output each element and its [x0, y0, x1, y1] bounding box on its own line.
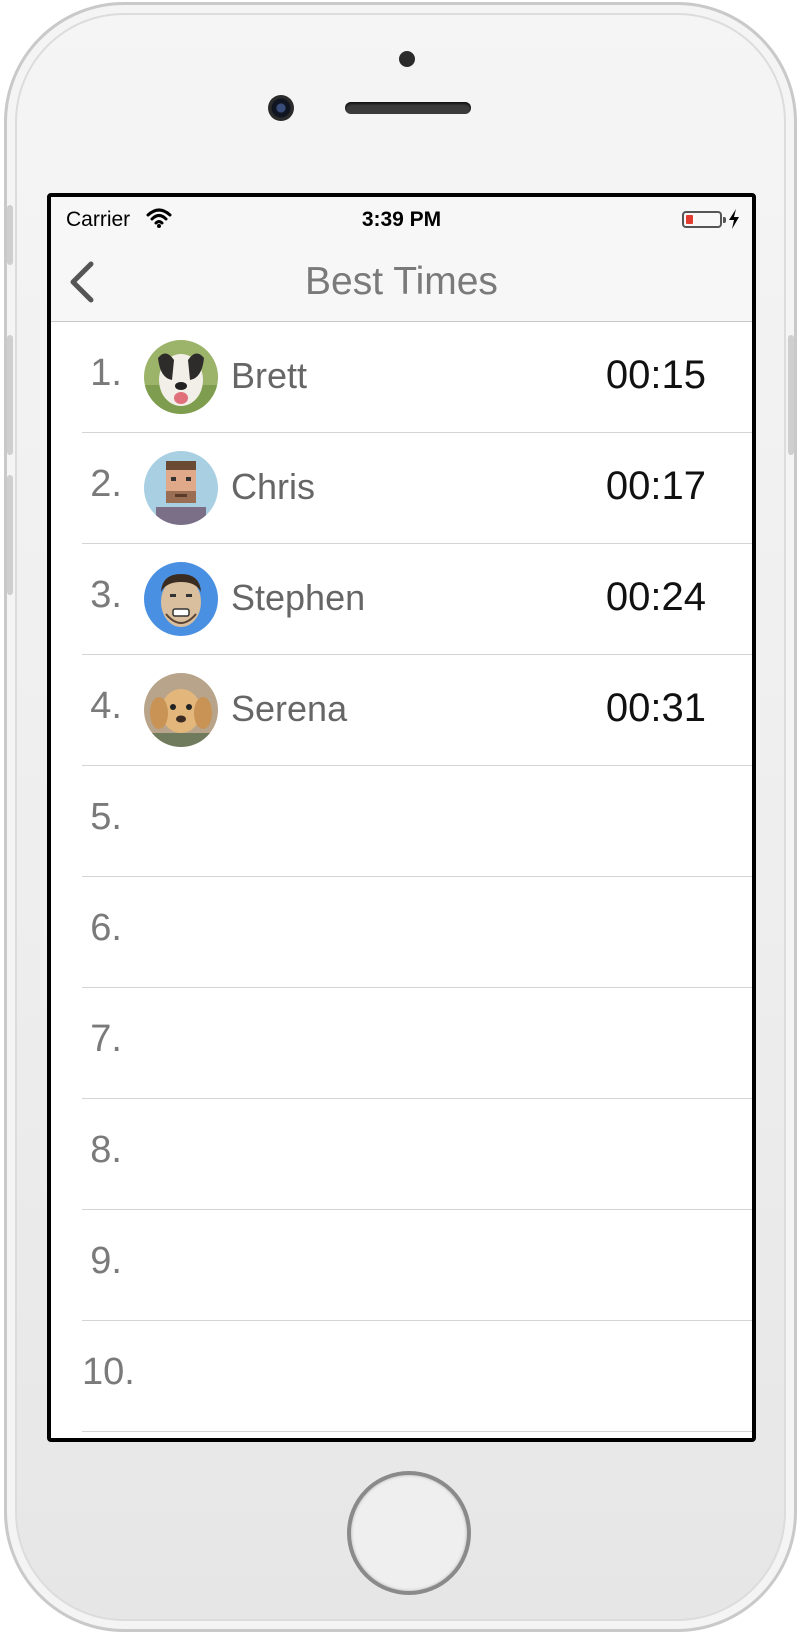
rank-label: 9.: [90, 1240, 122, 1282]
power-button: [788, 335, 794, 455]
best-time: 00:24: [605, 575, 706, 619]
navigation-bar: Best Times: [51, 241, 752, 322]
front-camera-icon: [268, 95, 294, 121]
home-button[interactable]: [347, 1471, 471, 1595]
page-title: Best Times: [305, 260, 498, 303]
battery-level: [686, 215, 693, 224]
status-bar: Carrier 3:39 PM: [51, 197, 752, 241]
leaderboard-row[interactable]: 1. Brett 00:15: [82, 322, 752, 433]
leaderboard-row-empty[interactable]: 8.: [82, 1099, 752, 1210]
rank-label: 10.: [82, 1351, 135, 1393]
rank-label: 5.: [90, 796, 122, 838]
earpiece-speaker: [345, 102, 471, 114]
rank-label: 1.: [90, 352, 122, 394]
best-time: 00:31: [605, 686, 706, 730]
leaderboard-row[interactable]: 4. Serena 00:31: [82, 655, 752, 766]
leaderboard-row-empty[interactable]: 10.: [82, 1321, 752, 1432]
charging-bolt-icon: [729, 209, 739, 229]
rank-label: 8.: [90, 1129, 122, 1171]
leaderboard-row[interactable]: 3. Stephen 00:24: [82, 544, 752, 655]
rank-label: 2.: [90, 463, 122, 505]
leaderboard-row-empty[interactable]: 9.: [82, 1210, 752, 1321]
cartoon-man-avatar-icon: [144, 562, 218, 636]
rank-label: 7.: [90, 1018, 122, 1060]
rank-label: 6.: [90, 907, 122, 949]
best-time: 00:17: [605, 464, 706, 508]
best-time: 00:15: [605, 353, 706, 397]
pixel-man-avatar-icon: [144, 451, 218, 525]
silent-switch: [7, 205, 13, 265]
battery-icon: [682, 211, 726, 228]
player-name: Stephen: [231, 577, 366, 618]
leaderboard-list: 1. Brett 00:15 2. Chris 00:17 3. Stephen…: [51, 322, 752, 1432]
app-screen: Carrier 3:39 PM Best Times 1. Brett 00:1…: [47, 193, 756, 1442]
rank-label: 4.: [90, 685, 122, 727]
proximity-sensor: [399, 51, 415, 67]
leaderboard-row[interactable]: 2. Chris 00:17: [82, 433, 752, 544]
status-time: 3:39 PM: [361, 208, 442, 231]
leaderboard-row-empty[interactable]: 6.: [82, 877, 752, 988]
leaderboard-row-empty[interactable]: 5.: [82, 766, 752, 877]
volume-down-button: [7, 475, 13, 595]
player-name: Brett: [231, 355, 308, 396]
player-name: Chris: [231, 466, 316, 507]
rank-label: 3.: [90, 574, 122, 616]
leaderboard-row-empty[interactable]: 7.: [82, 988, 752, 1099]
volume-up-button: [7, 335, 13, 455]
dog-avatar-icon: [144, 340, 218, 414]
player-name: Serena: [231, 688, 348, 729]
puppy-avatar-icon: [144, 673, 218, 747]
